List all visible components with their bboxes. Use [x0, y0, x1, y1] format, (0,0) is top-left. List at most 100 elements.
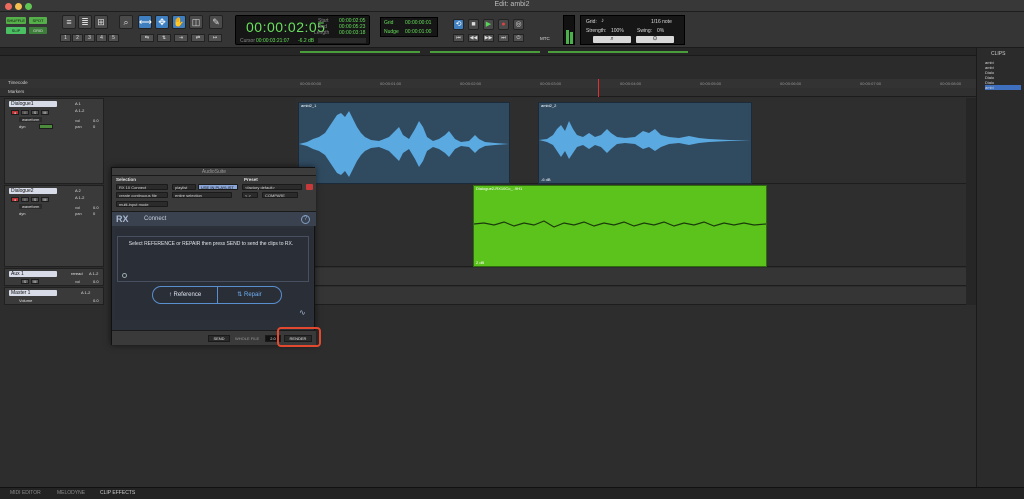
- track-header-aux1[interactable]: Aux 1 reread A 1-2 S M vol 0.0: [4, 268, 104, 286]
- preset-nav-icon[interactable]: < >: [242, 192, 258, 198]
- processing-select[interactable]: entire selection: [172, 192, 232, 198]
- smart-tool-icon[interactable]: ✥: [155, 15, 169, 29]
- nudge-value[interactable]: 00:00:01:00: [405, 29, 431, 35]
- track-header-master1[interactable]: Master 1 A 1-2 Volume 0.0: [4, 287, 104, 305]
- clip-gain[interactable]: -6 dB: [541, 177, 551, 182]
- track-input[interactable]: reread: [71, 271, 83, 276]
- track-name[interactable]: Dialogue2: [9, 188, 57, 194]
- track-input[interactable]: A 2: [75, 188, 81, 193]
- track-mode[interactable]: dyn: [19, 211, 25, 216]
- playhead[interactable]: [598, 79, 599, 97]
- track-output[interactable]: A 1-2: [81, 290, 90, 295]
- record-icon[interactable]: ●: [498, 19, 509, 30]
- record-arm-button[interactable]: ●: [11, 110, 19, 115]
- track-view-select[interactable]: waveform: [19, 204, 43, 209]
- zoom-out-icon[interactable]: ≡: [62, 15, 76, 29]
- mode-spot[interactable]: SPOT: [29, 17, 47, 24]
- trim-tool-icon[interactable]: ⟷: [138, 15, 152, 29]
- tab-melodyne[interactable]: MELODYNE: [57, 490, 85, 496]
- solo-button[interactable]: S: [21, 279, 29, 284]
- mode-grid[interactable]: GRID: [29, 27, 47, 34]
- tab-clip-effects[interactable]: CLIP EFFECTS: [100, 490, 135, 496]
- clip-ambi2-2[interactable]: ambi2_2 -6 dB: [538, 102, 752, 184]
- mute-button[interactable]: M: [41, 110, 49, 115]
- solo-button[interactable]: S: [31, 110, 39, 115]
- preset-select[interactable]: <factory default>: [242, 184, 302, 190]
- vol-value[interactable]: 0.0: [93, 118, 99, 123]
- tab-midi-editor[interactable]: MIDI EDITOR: [10, 490, 41, 496]
- zoom-in-icon[interactable]: ≣: [78, 15, 92, 29]
- bypass-icon[interactable]: [306, 184, 313, 190]
- zoom-preset-4[interactable]: 4: [96, 34, 107, 42]
- main-counter[interactable]: 00:00:02:05 Start 00:00:02:05 End 00:00:…: [235, 15, 370, 45]
- compare-button[interactable]: COMPARE: [262, 192, 298, 198]
- grabber-tool-icon[interactable]: ✋: [172, 15, 186, 29]
- zoomer-tool-icon[interactable]: ⌕: [119, 15, 133, 29]
- mode-slip[interactable]: SLIP: [6, 27, 26, 34]
- track-lane-master1[interactable]: [296, 287, 976, 305]
- swing-value[interactable]: 0%: [657, 28, 664, 34]
- track-input[interactable]: A 1: [75, 101, 81, 106]
- markers-ruler[interactable]: Markers: [0, 88, 976, 97]
- input-monitor-button[interactable]: I: [21, 110, 29, 115]
- whole-file-label[interactable]: WHOLE FILE: [235, 336, 259, 341]
- rewind-icon[interactable]: ⏮: [453, 34, 464, 42]
- track-mode[interactable]: dyn: [19, 124, 25, 129]
- waveform-zoom-icon[interactable]: ⊞: [94, 15, 108, 29]
- vertical-scrollbar[interactable]: [966, 98, 976, 305]
- zoom-search-icon[interactable]: ⌕: [593, 36, 631, 43]
- link-timeline-icon[interactable]: ⇆: [140, 34, 154, 42]
- track-view-select[interactable]: Volume: [19, 298, 32, 303]
- file-mode-select[interactable]: create continuous file: [116, 192, 168, 198]
- track-header-dialogue2[interactable]: Dialogue2 A 2 A 1-2 ● I S M waveform dyn…: [4, 185, 104, 267]
- loop-icon[interactable]: ⟲: [453, 19, 464, 30]
- mode-shuffle[interactable]: SHUFFLE: [6, 17, 26, 24]
- timecode-ruler[interactable]: Timecode: [0, 79, 976, 88]
- vol-value[interactable]: 0.0: [93, 279, 99, 284]
- multi-input-select[interactable]: multi-input mode: [116, 201, 168, 207]
- track-output[interactable]: A 1-2: [75, 108, 84, 113]
- track-name[interactable]: Aux 1: [9, 271, 57, 277]
- zoom-preset-1[interactable]: 1: [60, 34, 71, 42]
- tab-to-transient-icon[interactable]: ⇥: [174, 34, 188, 42]
- mute-button[interactable]: M: [31, 279, 39, 284]
- help-icon[interactable]: ?: [301, 215, 310, 224]
- vol-value[interactable]: 0.0: [93, 298, 99, 303]
- grid-value[interactable]: 00:00:00:01: [405, 20, 431, 26]
- track-auto-read[interactable]: [39, 124, 53, 129]
- clip-gain[interactable]: 2 dB: [476, 260, 484, 265]
- end-icon[interactable]: ⏭: [498, 34, 509, 42]
- mtc-indicator[interactable]: MTC: [540, 36, 550, 41]
- back-icon[interactable]: ◀◀: [468, 34, 479, 42]
- vol-value[interactable]: 0.0: [93, 205, 99, 210]
- stop-icon[interactable]: ■: [468, 19, 479, 30]
- target-icon[interactable]: ⊙: [636, 36, 674, 43]
- mute-button[interactable]: M: [41, 197, 49, 202]
- track-output[interactable]: A 1-2: [75, 195, 84, 200]
- repair-button[interactable]: ⇅ Repair: [218, 287, 281, 303]
- use-in-playlist-button[interactable]: USE IN PLAYLIST: [198, 184, 238, 190]
- strength-value[interactable]: 100%: [611, 28, 624, 34]
- clip-list-item-selected[interactable]: ambi: [985, 85, 1021, 90]
- pencil-tool-icon[interactable]: ✎: [209, 15, 223, 29]
- track-view-select[interactable]: waveform: [19, 117, 43, 122]
- zoom-preset-2[interactable]: 2: [72, 34, 83, 42]
- track-output[interactable]: A 1-2: [89, 271, 98, 276]
- mirror-midi-icon[interactable]: ⇄: [191, 34, 205, 42]
- count-off-icon[interactable]: ◎: [513, 19, 524, 30]
- pan-value[interactable]: 0: [93, 211, 95, 216]
- online-icon[interactable]: ⏻: [513, 34, 524, 42]
- forward-icon[interactable]: ▶▶: [483, 34, 494, 42]
- length-value[interactable]: 00:00:03:18: [339, 30, 365, 36]
- record-arm-button[interactable]: ●: [11, 197, 19, 202]
- plugin-select[interactable]: RX 10 Connect: [116, 184, 168, 190]
- track-name[interactable]: Dialogue1: [9, 101, 57, 107]
- audiosuite-title[interactable]: AudioSuite: [112, 168, 316, 176]
- right-grid-value[interactable]: 1/16 note: [651, 19, 672, 25]
- link-track-icon[interactable]: ⇅: [157, 34, 171, 42]
- send-button[interactable]: SEND: [208, 335, 230, 342]
- track-header-dialogue1[interactable]: Dialogue1 A 1 A 1-2 ● I S M waveform dyn…: [4, 98, 104, 184]
- clip-ambi2-1[interactable]: ambi2_1: [298, 102, 510, 184]
- track-lane-aux1[interactable]: [296, 268, 976, 286]
- play-icon[interactable]: ▶: [483, 19, 494, 30]
